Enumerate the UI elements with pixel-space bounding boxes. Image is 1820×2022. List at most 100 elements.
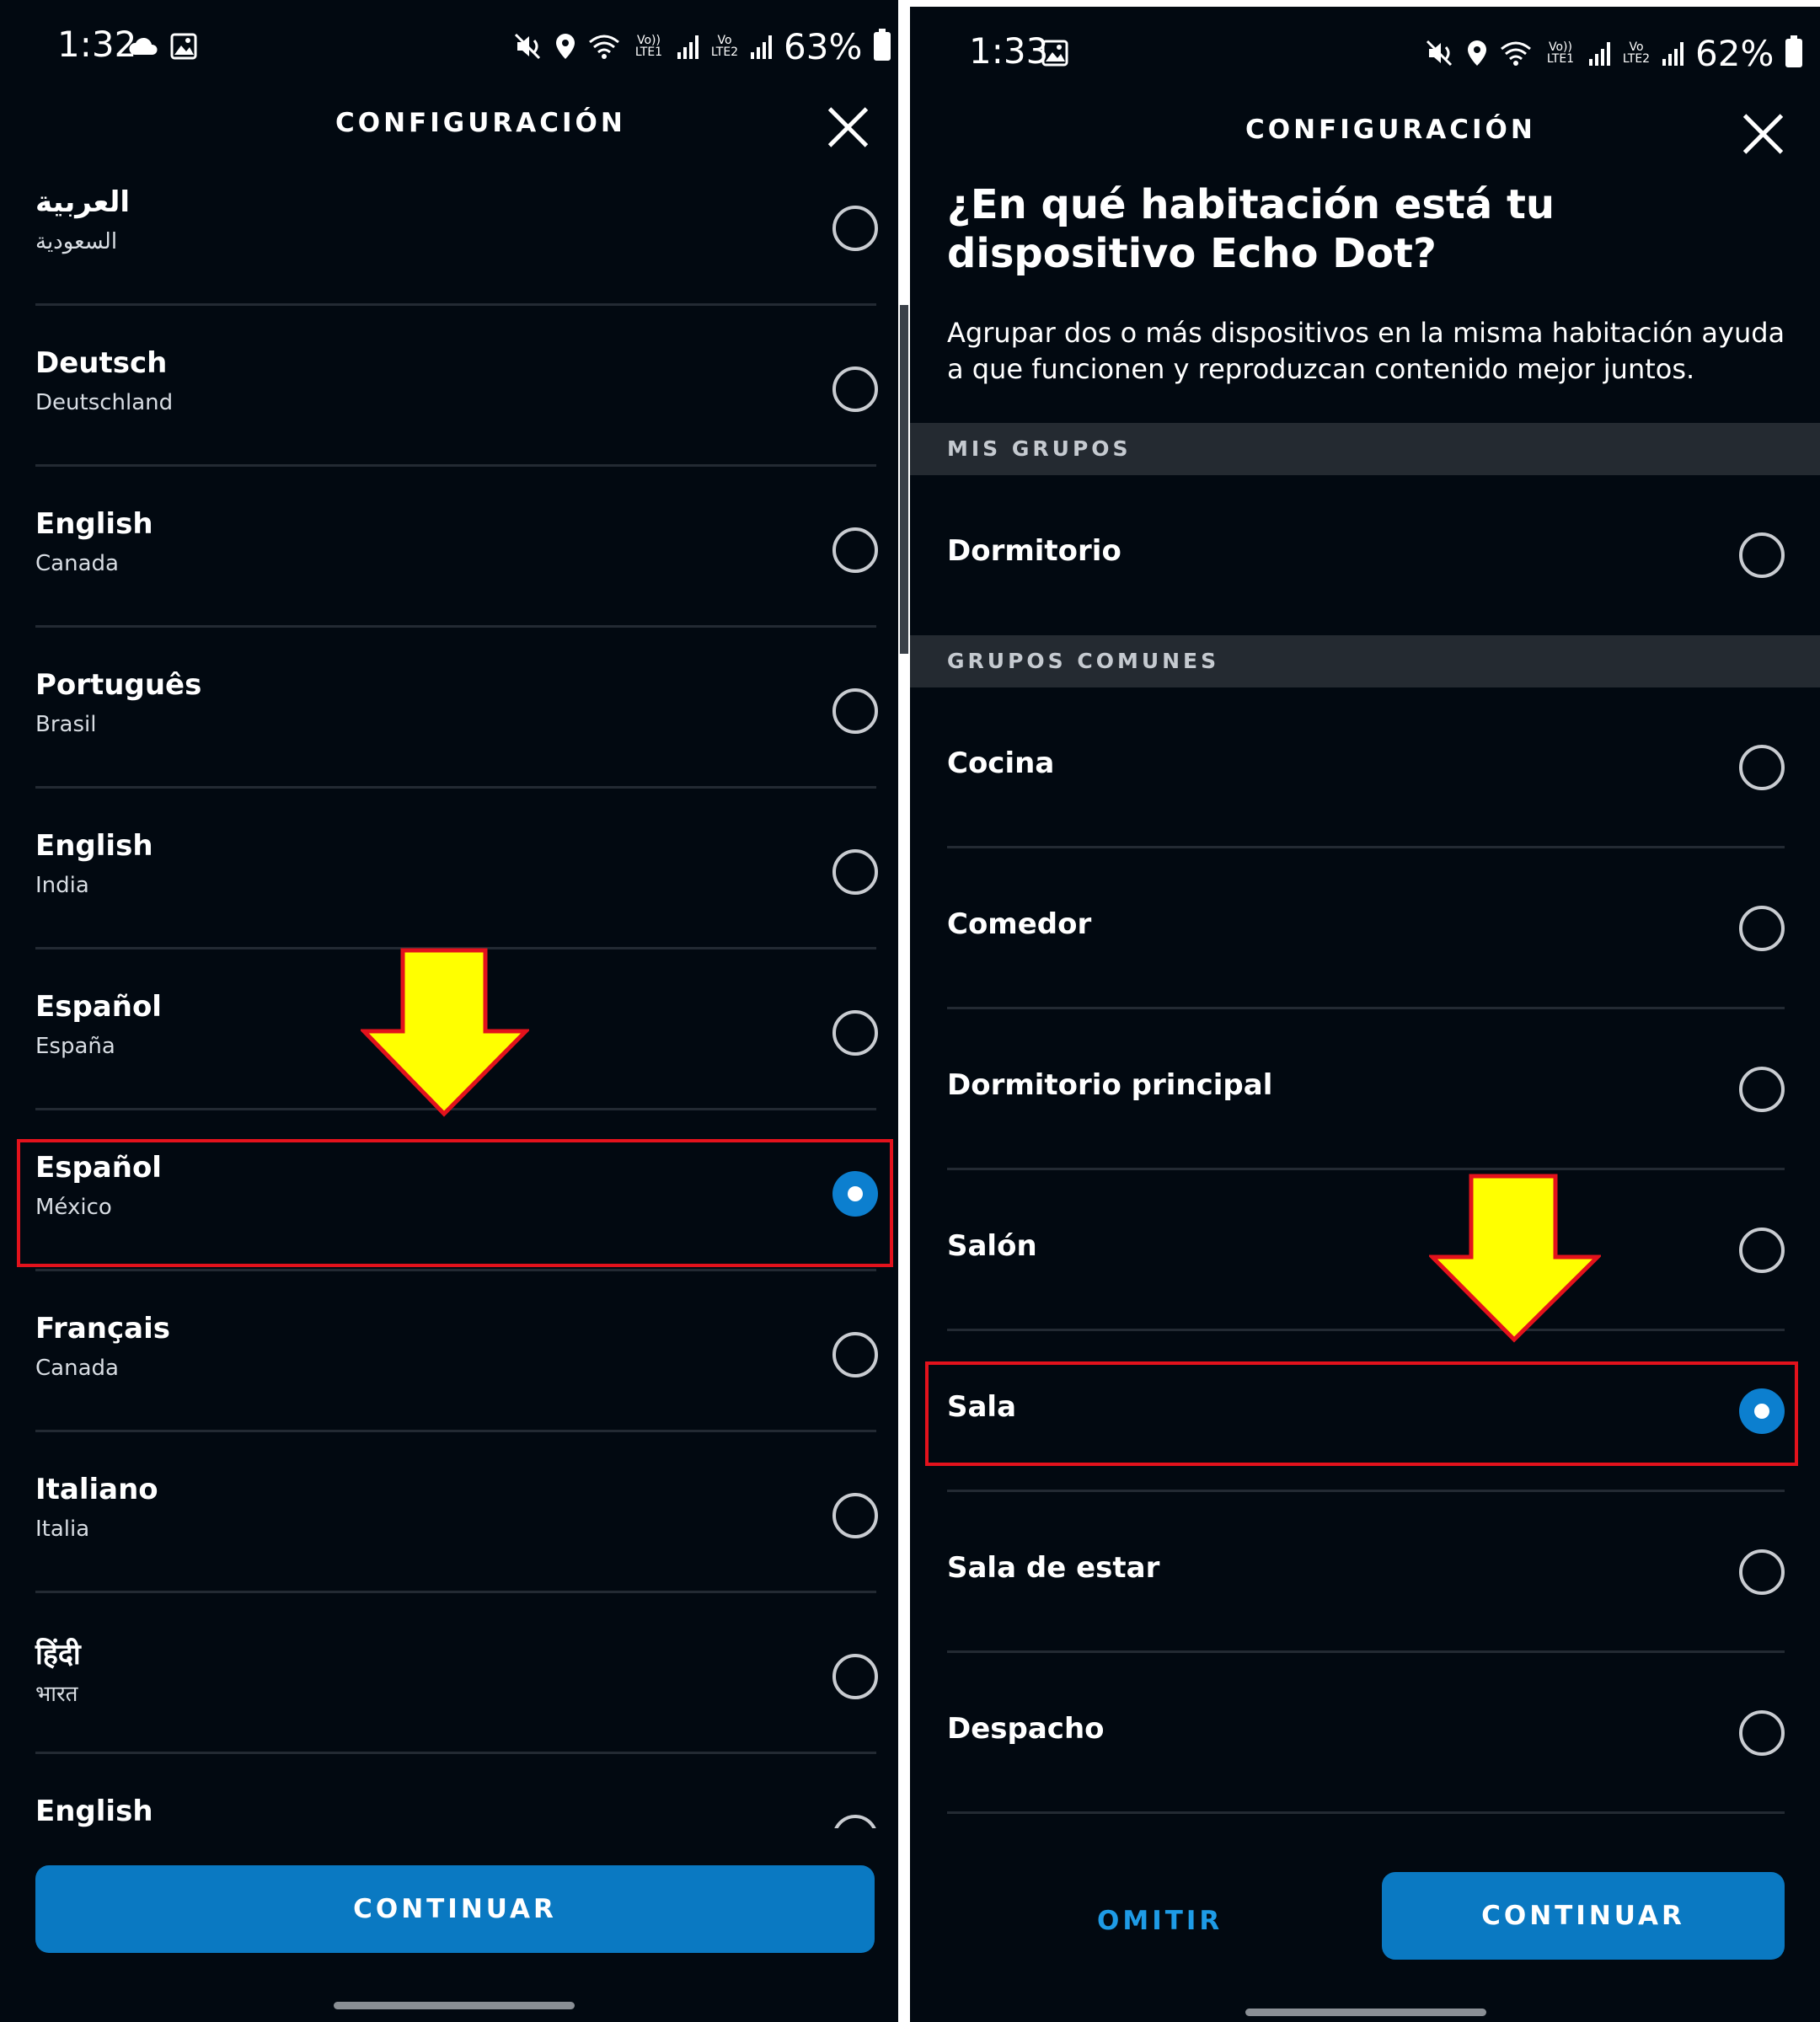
network2-label: Vo LTE2 <box>710 34 739 59</box>
room-option[interactable]: Salón <box>910 1170 1820 1331</box>
language-option[interactable]: Italiano Italia <box>0 1432 898 1593</box>
language-name: English <box>35 829 153 863</box>
language-name: Español <box>35 990 162 1024</box>
language-option[interactable]: English <box>0 1754 898 1828</box>
language-name: Italiano <box>35 1473 158 1506</box>
cloud-icon <box>129 37 158 55</box>
signal-icon <box>751 34 772 59</box>
arrow-down-icon <box>1429 1174 1601 1343</box>
room-option[interactable]: Despacho <box>910 1653 1820 1814</box>
status-bar: 1:33 Vo)) LTE1 Vo LTE2 62% <box>910 7 1820 99</box>
image-icon <box>1041 40 1068 67</box>
room-option[interactable]: Dormitorio principal <box>910 1009 1820 1170</box>
network1-label: Vo)) LTE1 <box>1546 40 1575 66</box>
arrow-down-icon <box>361 948 529 1117</box>
room-name: Dormitorio <box>947 534 1121 568</box>
network1-label: Vo)) LTE1 <box>634 34 663 59</box>
radio-button[interactable] <box>832 1654 878 1699</box>
room-name: Sala de estar <box>947 1551 1160 1585</box>
language-option[interactable]: Deutsch Deutschland <box>0 306 898 467</box>
language-option[interactable]: English Canada <box>0 467 898 628</box>
radio-button[interactable] <box>1739 745 1785 790</box>
section-header-my-groups: MIS GRUPOS <box>910 423 1820 475</box>
room-option[interactable]: Sala de estar <box>910 1492 1820 1653</box>
room-name: Salón <box>947 1229 1037 1263</box>
image-icon <box>170 33 197 60</box>
room-name: Cocina <box>947 746 1055 780</box>
continue-button[interactable]: CONTINUAR <box>35 1865 875 1953</box>
radio-button[interactable] <box>1739 1549 1785 1595</box>
radio-button[interactable] <box>832 1815 878 1828</box>
continue-button[interactable]: CONTINUAR <box>1382 1872 1785 1960</box>
page-title: CONFIGURACIÓN <box>335 108 626 138</box>
language-region: Canada <box>35 551 119 576</box>
radio-button[interactable] <box>832 1332 878 1377</box>
language-option[interactable]: English India <box>0 789 898 949</box>
language-settings-screen: 1:32 Vo)) LTE1 Vo LTE2 63% CONFIGURACIÓN… <box>0 0 898 2022</box>
divider <box>947 1811 1785 1814</box>
battery-percent: 63% <box>784 25 863 67</box>
language-name: Português <box>35 668 202 702</box>
language-region: السعودية <box>35 229 118 254</box>
language-name: English <box>35 507 153 541</box>
skip-button[interactable]: OMITIR <box>1097 1906 1223 1936</box>
battery-icon <box>1785 35 1803 67</box>
page-title: CONFIGURACIÓN <box>1245 115 1536 145</box>
language-region: España <box>35 1034 115 1059</box>
room-name: Despacho <box>947 1712 1105 1746</box>
radio-button[interactable] <box>832 1493 878 1538</box>
room-name: Dormitorio principal <box>947 1068 1273 1102</box>
radio-button[interactable] <box>832 849 878 895</box>
close-icon[interactable] <box>826 104 870 148</box>
language-region: Italia <box>35 1516 90 1542</box>
radio-button[interactable] <box>1739 1228 1785 1273</box>
language-option[interactable]: العربية السعودية <box>0 145 898 306</box>
status-time: 1:33 <box>969 30 1049 72</box>
radio-button[interactable] <box>832 1010 878 1056</box>
room-option[interactable]: Cocina <box>910 687 1820 848</box>
battery-percent: 62% <box>1695 32 1774 74</box>
radio-button[interactable] <box>832 688 878 734</box>
room-option[interactable]: Dormitorio <box>910 475 1820 636</box>
radio-button[interactable] <box>832 206 878 251</box>
wifi-icon <box>1501 41 1531 66</box>
home-indicator[interactable] <box>1245 2009 1486 2016</box>
section-header-label: MIS GRUPOS <box>947 436 1132 461</box>
radio-button[interactable] <box>832 527 878 573</box>
radio-button[interactable] <box>832 366 878 412</box>
language-name: हिंदी <box>35 1638 81 1672</box>
room-option[interactable]: Comedor <box>910 848 1820 1009</box>
scrollbar[interactable] <box>900 305 908 654</box>
signal-icon <box>1589 40 1610 66</box>
language-option[interactable]: Français Canada <box>0 1271 898 1432</box>
mute-icon <box>1426 40 1453 67</box>
language-region: Canada <box>35 1356 119 1381</box>
status-time: 1:32 <box>57 24 137 65</box>
language-region: India <box>35 873 89 898</box>
highlight-box <box>925 1361 1798 1466</box>
home-indicator[interactable] <box>334 2002 575 2009</box>
location-icon <box>556 34 575 59</box>
language-region: भारत <box>35 1682 78 1707</box>
network2-label: Vo LTE2 <box>1622 40 1651 66</box>
language-option[interactable]: हिंदी भारत <box>0 1593 898 1754</box>
room-selection-screen: 1:33 Vo)) LTE1 Vo LTE2 62% CONFIGURACIÓN… <box>910 7 1820 2022</box>
radio-button[interactable] <box>1739 532 1785 578</box>
close-icon[interactable] <box>1741 111 1785 155</box>
language-name: English <box>35 1795 153 1828</box>
wifi-icon <box>589 35 619 59</box>
radio-button[interactable] <box>1739 1067 1785 1112</box>
status-bar: 1:32 Vo)) LTE1 Vo LTE2 63% <box>0 0 898 93</box>
location-icon <box>1468 40 1486 66</box>
highlight-box <box>17 1139 893 1267</box>
language-name: Deutsch <box>35 346 168 380</box>
radio-button[interactable] <box>1739 906 1785 951</box>
room-name: Comedor <box>947 907 1092 941</box>
signal-icon <box>677 34 699 59</box>
language-region: Brasil <box>35 712 97 737</box>
language-region: Deutschland <box>35 390 174 415</box>
signal-icon <box>1662 40 1684 66</box>
radio-button[interactable] <box>1739 1710 1785 1756</box>
language-option[interactable]: Português Brasil <box>0 628 898 789</box>
battery-icon <box>874 29 891 61</box>
